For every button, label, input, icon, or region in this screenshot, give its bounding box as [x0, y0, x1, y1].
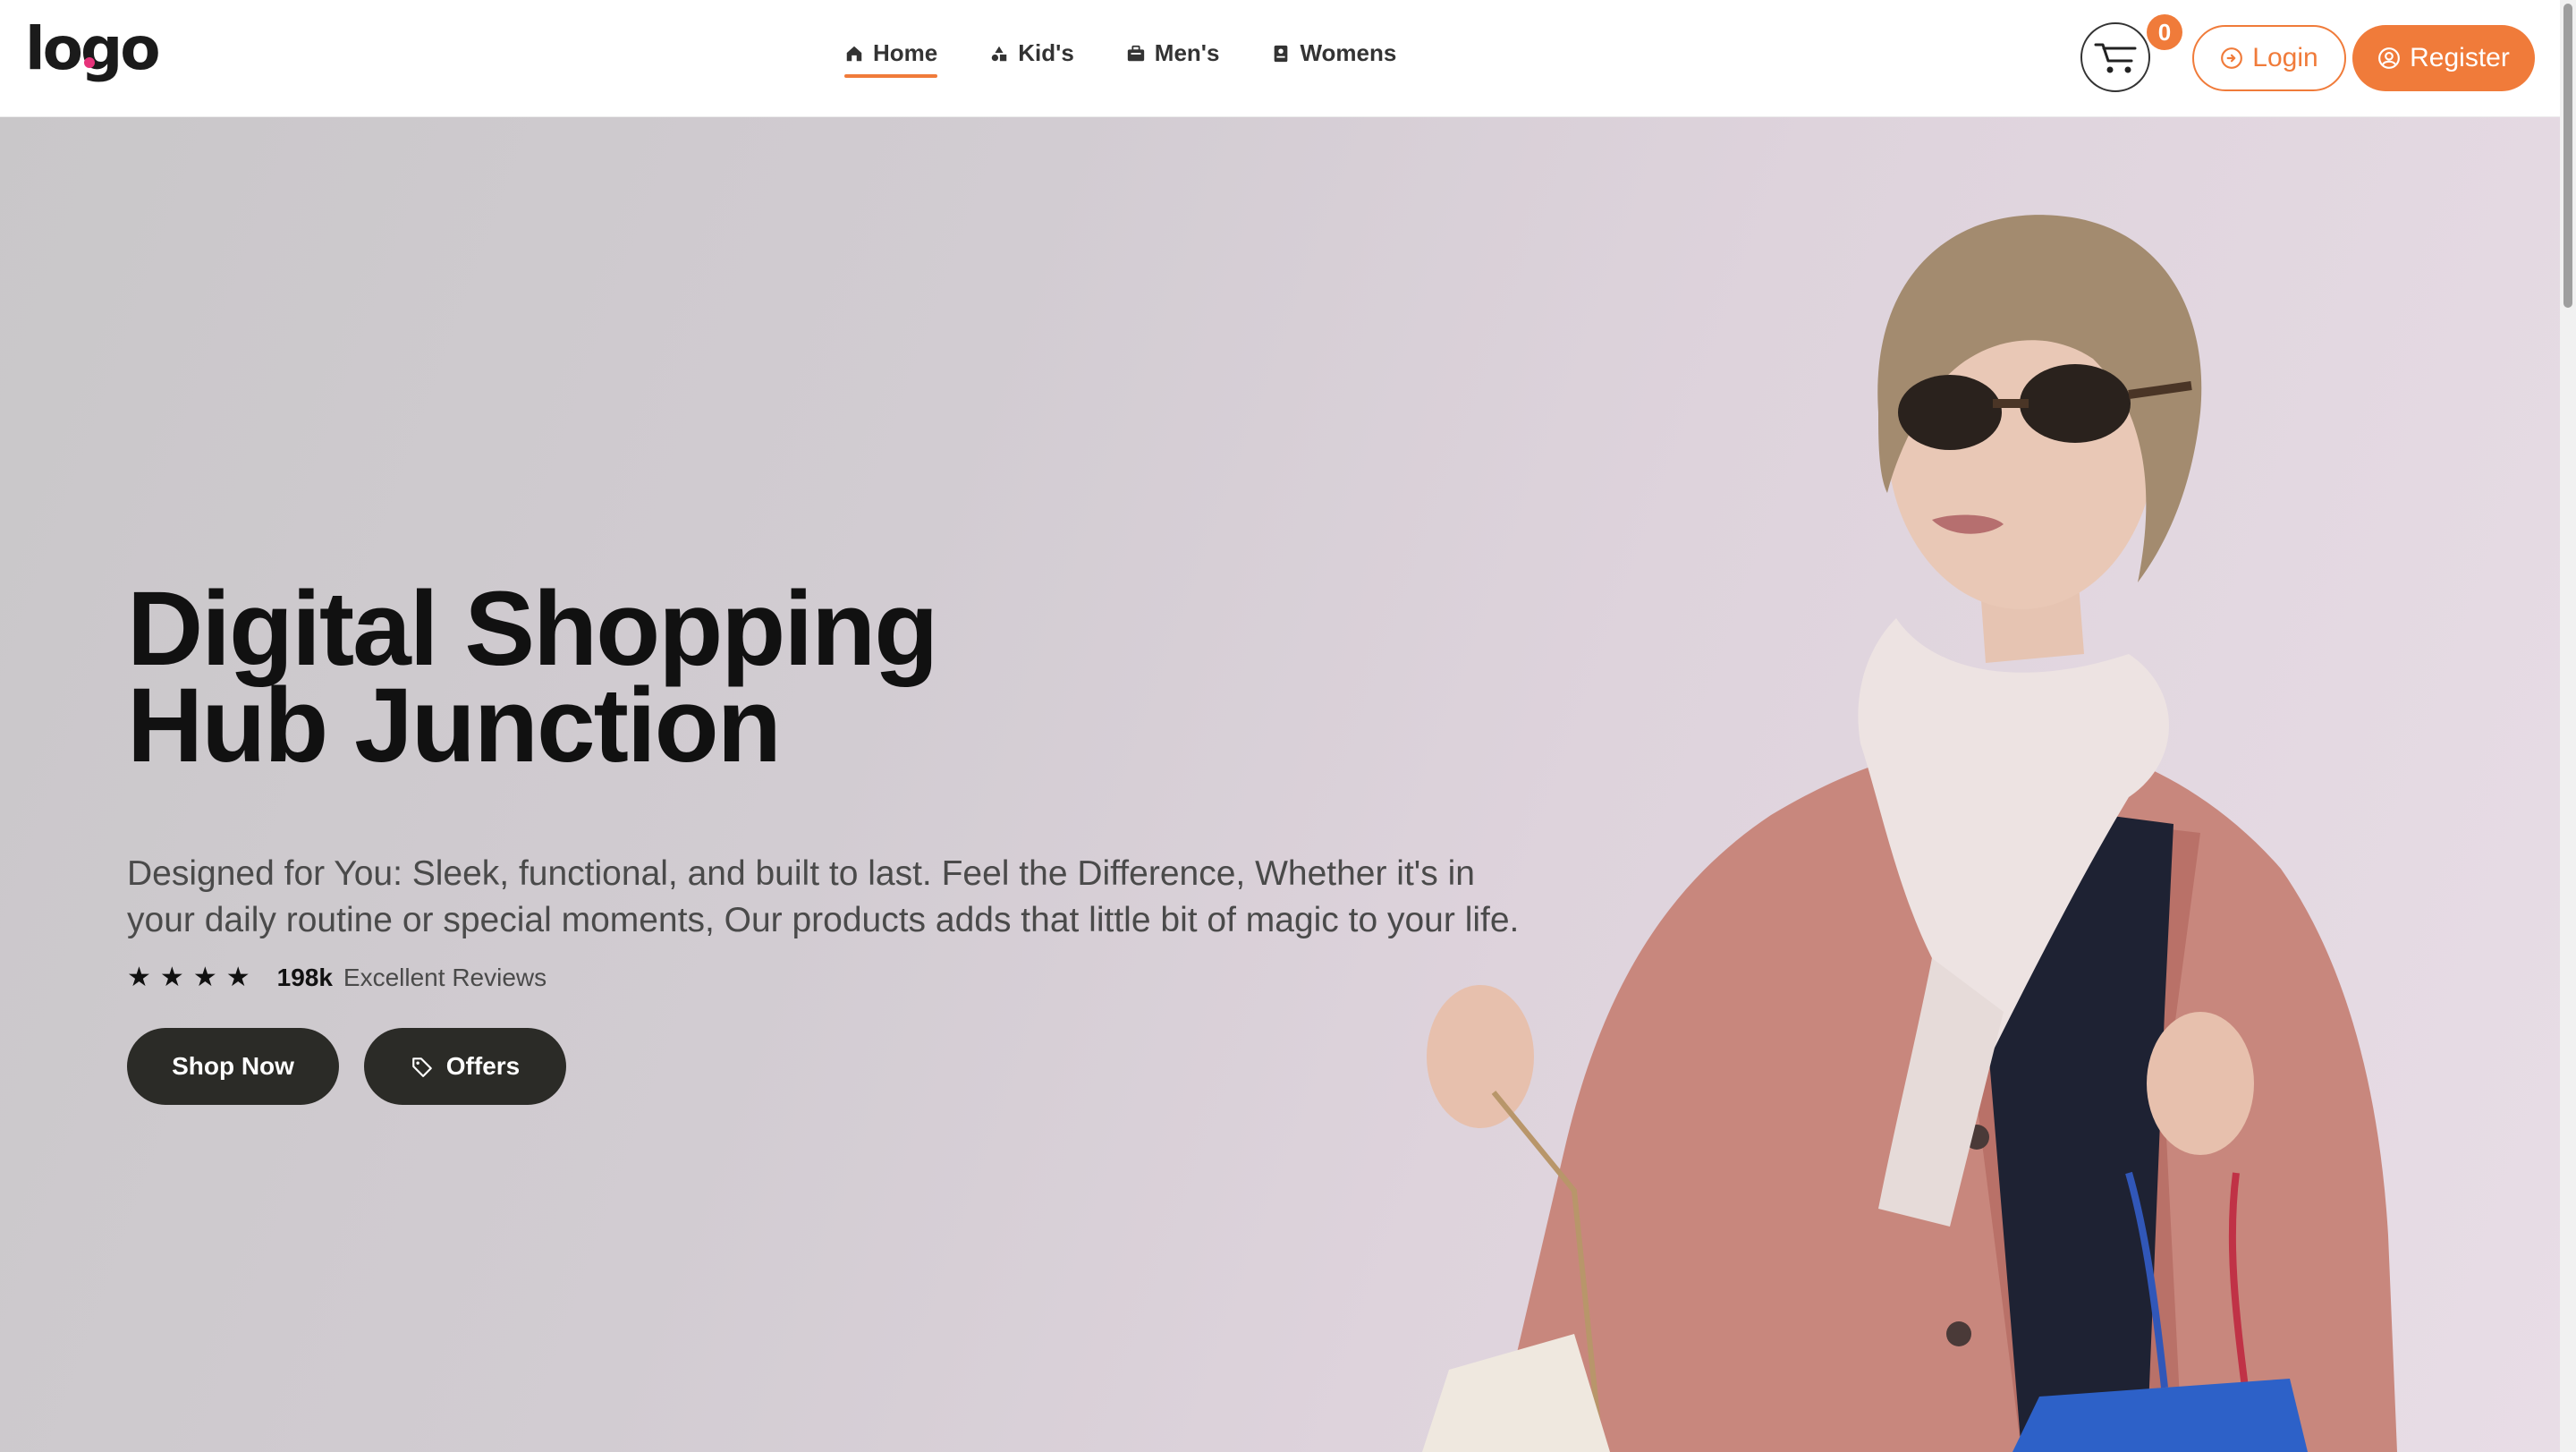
- page: logo Home Kid's Men's Womens 0 Login Reg…: [0, 0, 2576, 1452]
- page-scrollbar[interactable]: [2560, 0, 2576, 1452]
- cart-count-badge: 0: [2147, 14, 2182, 50]
- star-rating: ★ ★ ★ ★: [127, 964, 250, 991]
- shop-now-button[interactable]: Shop Now: [127, 1028, 339, 1105]
- star-icon: ★: [159, 963, 184, 992]
- review-label: Excellent Reviews: [343, 964, 547, 991]
- register-label: Register: [2410, 43, 2510, 72]
- id-card-icon: [1275, 45, 1288, 62]
- nav-item-mens[interactable]: Men's: [1126, 39, 1220, 76]
- star-icon: ★: [192, 963, 217, 992]
- login-label: Login: [2252, 43, 2318, 72]
- nav-label-womens: Womens: [1300, 39, 1397, 66]
- home-icon: [846, 46, 862, 61]
- login-icon: [2221, 47, 2243, 69]
- briefcase-icon: [1127, 45, 1144, 61]
- nav-label-mens: Men's: [1154, 39, 1220, 66]
- hero-title-line-1: Digital Shopping: [127, 570, 938, 688]
- review-count: 198k: [276, 964, 333, 991]
- nav-item-home[interactable]: Home: [844, 39, 938, 78]
- hero-description: Designed for You: Sleek, functional, and…: [127, 854, 1520, 939]
- nav-item-womens[interactable]: Womens: [1271, 39, 1396, 76]
- offers-button[interactable]: Offers: [364, 1028, 566, 1105]
- cart-button[interactable]: [2080, 22, 2150, 92]
- register-button[interactable]: Register: [2352, 25, 2535, 91]
- top-navbar: logo Home Kid's Men's Womens 0 Login Reg…: [0, 0, 2560, 117]
- hero-title: Digital Shopping Hub Junction: [127, 570, 938, 785]
- logo-accent-dot: [84, 57, 95, 68]
- user-circle-icon: [2378, 47, 2401, 69]
- hero-title-line-2: Hub Junction: [127, 667, 782, 785]
- rating-row: ★ ★ ★ ★ 198k Excellent Reviews: [127, 964, 547, 992]
- nav-label-kids: Kid's: [1018, 39, 1074, 66]
- main-nav: Home Kid's Men's Womens: [844, 39, 1396, 78]
- nav-label-home: Home: [873, 39, 938, 66]
- hero-model-image: [1422, 215, 2397, 1452]
- tag-icon: [411, 1057, 432, 1077]
- scrollbar-thumb[interactable]: [2563, 4, 2572, 308]
- cart-icon: [2094, 43, 2137, 73]
- shapes-icon: [992, 46, 1007, 61]
- star-icon: ★: [225, 963, 250, 992]
- login-button[interactable]: Login: [2192, 25, 2346, 91]
- offers-label: Offers: [445, 1052, 521, 1080]
- logo-text: logo: [25, 14, 161, 83]
- star-icon: ★: [127, 963, 151, 992]
- hero-section: Digital Shopping Hub Junction Designed f…: [0, 117, 2560, 1452]
- brand-logo[interactable]: logo: [25, 20, 161, 79]
- nav-item-kids[interactable]: Kid's: [989, 39, 1074, 76]
- shop-now-label: Shop Now: [172, 1052, 294, 1080]
